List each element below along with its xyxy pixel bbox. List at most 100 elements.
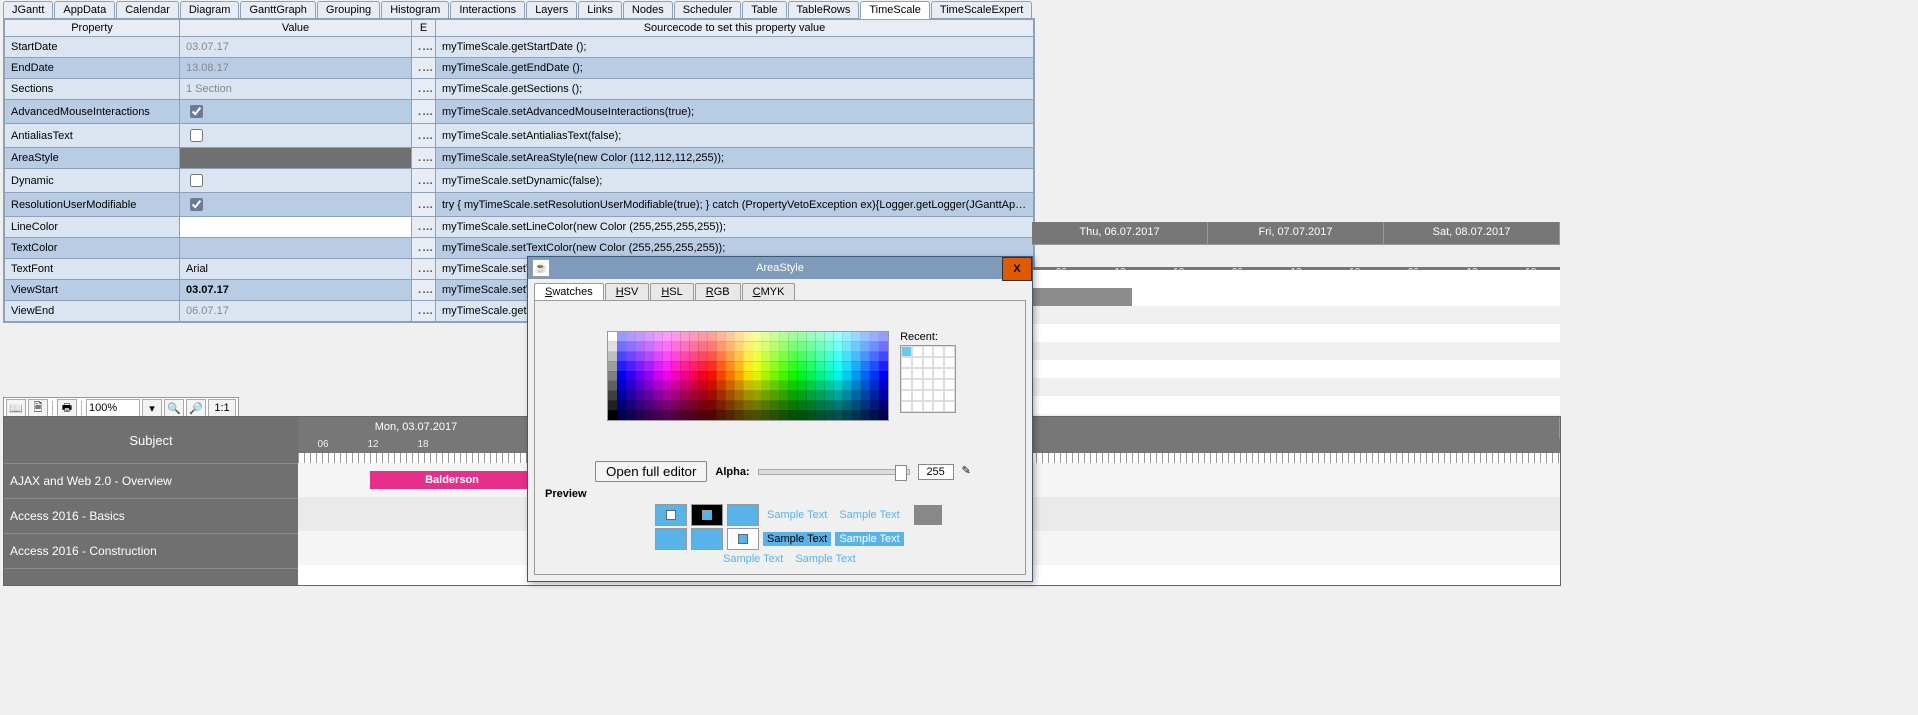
edit-button[interactable]: ... [412, 259, 436, 280]
edit-button[interactable]: ... [412, 148, 436, 169]
property-checkbox[interactable] [190, 198, 203, 211]
current-color-swatch [914, 505, 942, 525]
property-value[interactable]: 13.08.17 [180, 58, 412, 79]
property-row[interactable]: StartDate03.07.17...myTimeScale.getStart… [5, 37, 1034, 58]
edit-button[interactable]: ... [412, 100, 436, 124]
close-button[interactable]: X [1002, 257, 1032, 281]
alpha-slider[interactable] [758, 469, 910, 475]
col-property[interactable]: Property [5, 20, 180, 37]
property-value[interactable] [180, 100, 412, 124]
tab-interactions[interactable]: Interactions [450, 1, 525, 19]
tab-ganttgraph[interactable]: GanttGraph [240, 1, 315, 19]
property-checkbox[interactable] [190, 105, 203, 118]
day-header: Fri, 07.07.2017 [1208, 222, 1384, 244]
gantt-bar[interactable]: Balderson [370, 471, 534, 489]
edit-button[interactable]: ... [412, 280, 436, 301]
tab-jgantt[interactable]: JGantt [3, 1, 53, 19]
property-name: TextFont [5, 259, 180, 280]
zoom-out-icon[interactable]: 🔎 [186, 399, 206, 417]
property-name: LineColor [5, 217, 180, 238]
alpha-value[interactable]: 255 [918, 464, 954, 480]
zoom-dropdown-icon[interactable]: ▾ [142, 399, 162, 417]
property-row[interactable]: Sections1 Section...myTimeScale.getSecti… [5, 79, 1034, 100]
edit-button[interactable]: ... [412, 301, 436, 322]
tab-diagram[interactable]: Diagram [180, 1, 240, 19]
color-tab-hsv[interactable]: HSV [605, 283, 650, 300]
tab-appdata[interactable]: AppData [54, 1, 115, 19]
property-value[interactable] [180, 238, 412, 259]
tab-timescaleexpert[interactable]: TimeScaleExpert [931, 1, 1032, 19]
property-name: EndDate [5, 58, 180, 79]
edit-button[interactable]: ... [412, 37, 436, 58]
color-tab-hsl[interactable]: HSL [650, 283, 693, 300]
zoom-fit-button[interactable]: 1:1 [208, 399, 236, 417]
property-row[interactable]: AntialiasText...myTimeScale.setAntialias… [5, 124, 1034, 148]
col-value[interactable]: Value [180, 20, 412, 37]
property-row[interactable]: AdvancedMouseInteractions...myTimeScale.… [5, 100, 1034, 124]
col-e[interactable]: E [412, 20, 436, 37]
property-source: myTimeScale.setDynamic(false); [436, 169, 1034, 193]
edit-button[interactable]: ... [412, 79, 436, 100]
preview-label: Preview [545, 488, 587, 500]
swatch-grid[interactable] [607, 331, 889, 421]
gantt-bar[interactable] [1032, 288, 1132, 306]
property-value[interactable] [180, 169, 412, 193]
open-full-editor-button[interactable]: Open full editor [595, 461, 707, 482]
property-source: myTimeScale.getSections (); [436, 79, 1034, 100]
property-row[interactable]: AreaStyle...myTimeScale.setAreaStyle(new… [5, 148, 1034, 169]
tab-tablerows[interactable]: TableRows [788, 1, 860, 19]
subject-row[interactable]: AJAX and Web 2.0 - Overview [4, 464, 298, 499]
edit-button[interactable]: ... [412, 217, 436, 238]
tab-links[interactable]: Links [578, 1, 622, 19]
property-value[interactable] [180, 217, 412, 238]
property-source: myTimeScale.setLineColor(new Color (255,… [436, 217, 1034, 238]
tab-scheduler[interactable]: Scheduler [674, 1, 742, 19]
areastyle-dialog: ☕ AreaStyle X SwatchesHSVHSLRGBCMYK Rece… [527, 256, 1033, 582]
tab-grouping[interactable]: Grouping [317, 1, 380, 19]
tab-table[interactable]: Table [742, 1, 786, 19]
property-value[interactable]: 06.07.17 [180, 301, 412, 322]
preview-text: Sample Text [763, 532, 831, 546]
subject-row[interactable]: Access 2016 - Construction [4, 534, 298, 569]
eyedropper-icon[interactable]: ✎ [962, 464, 978, 480]
col-source[interactable]: Sourcecode to set this property value [436, 20, 1034, 37]
color-tab-cmyk[interactable]: CMYK [742, 283, 796, 300]
edit-button[interactable]: ... [412, 238, 436, 259]
property-value[interactable]: Arial [180, 259, 412, 280]
zoom-input[interactable] [86, 399, 140, 417]
edit-button[interactable]: ... [412, 193, 436, 217]
property-value[interactable] [180, 124, 412, 148]
color-tab-swatches[interactable]: Swatches [534, 283, 604, 300]
edit-button[interactable]: ... [412, 58, 436, 79]
day-header: Sat, 08.07.2017 [1384, 222, 1560, 244]
property-value[interactable]: 03.07.17 [180, 280, 412, 301]
edit-button[interactable]: ... [412, 124, 436, 148]
book-icon[interactable]: 📖 [6, 399, 26, 417]
edit-button[interactable]: ... [412, 169, 436, 193]
property-source: myTimeScale.setAdvancedMouseInteractions… [436, 100, 1034, 124]
property-source: myTimeScale.setAntialiasText(false); [436, 124, 1034, 148]
preview-text: Sample Text [763, 508, 831, 522]
tab-calendar[interactable]: Calendar [116, 1, 179, 19]
property-name: ViewEnd [5, 301, 180, 322]
property-value[interactable] [180, 193, 412, 217]
tab-nodes[interactable]: Nodes [623, 1, 673, 19]
property-value[interactable] [180, 148, 412, 169]
tab-layers[interactable]: Layers [526, 1, 577, 19]
zoom-in-icon[interactable]: 🔍 [164, 399, 184, 417]
tab-histogram[interactable]: Histogram [381, 1, 449, 19]
print-icon[interactable]: 🖶 [57, 399, 77, 417]
property-checkbox[interactable] [190, 174, 203, 187]
property-row[interactable]: EndDate13.08.17...myTimeScale.getEndDate… [5, 58, 1034, 79]
property-value[interactable]: 03.07.17 [180, 37, 412, 58]
property-row[interactable]: Dynamic...myTimeScale.setDynamic(false); [5, 169, 1034, 193]
property-value[interactable]: 1 Section [180, 79, 412, 100]
page-icon[interactable]: 🗎 [28, 399, 48, 417]
tab-timescale[interactable]: TimeScale [860, 1, 930, 19]
property-checkbox[interactable] [190, 129, 203, 142]
color-tab-rgb[interactable]: RGB [695, 283, 741, 300]
recent-swatches[interactable] [900, 345, 956, 413]
subject-row[interactable]: Access 2016 - Basics [4, 499, 298, 534]
property-row[interactable]: ResolutionUserModifiable...try { myTimeS… [5, 193, 1034, 217]
property-row[interactable]: LineColor...myTimeScale.setLineColor(new… [5, 217, 1034, 238]
